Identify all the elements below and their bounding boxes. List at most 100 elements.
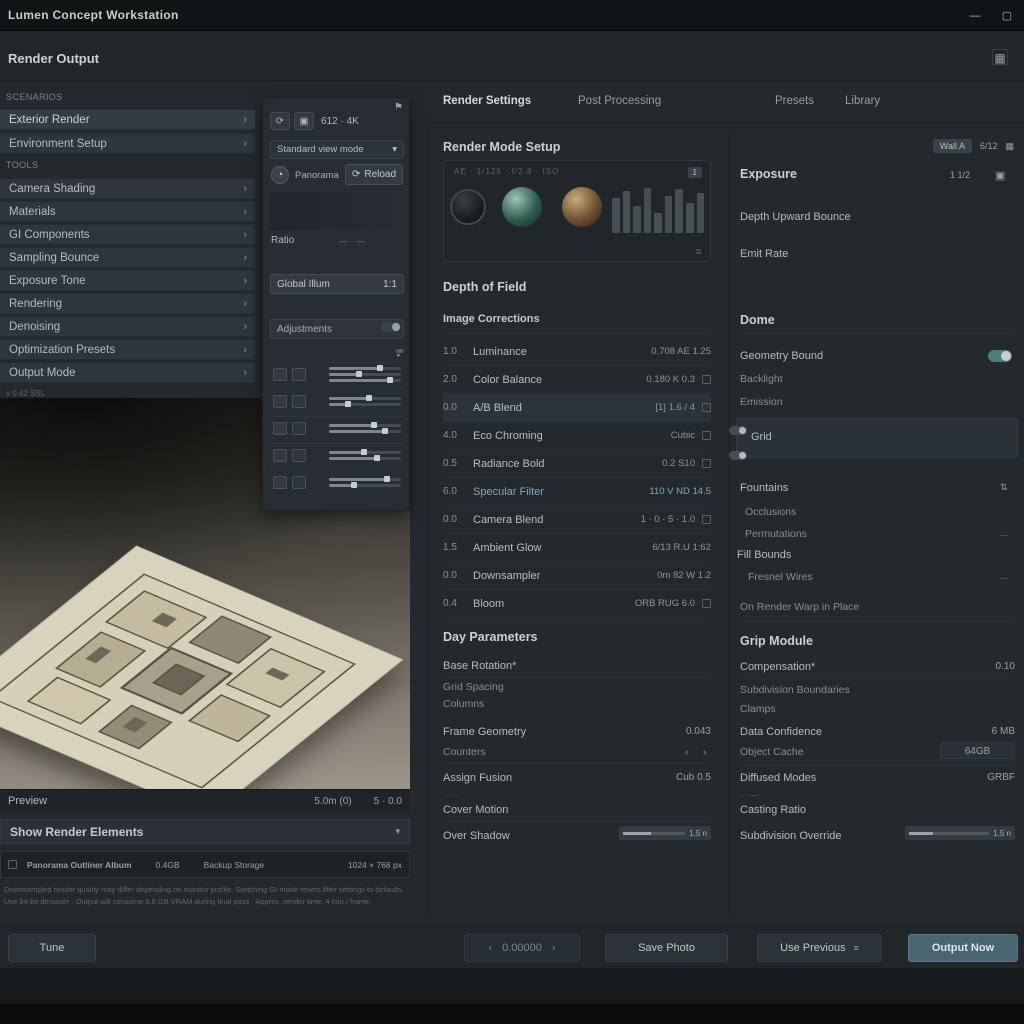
menu-icon[interactable]: ≣ <box>695 247 702 256</box>
tab-presets[interactable]: Presets <box>775 95 814 107</box>
show-render-elements-button[interactable]: Show Render Elements ▾ <box>0 819 410 844</box>
grid-icon[interactable]: ▦ <box>992 49 1008 65</box>
mini-slider[interactable] <box>329 424 401 427</box>
depth-upward-bounce-row[interactable]: Depth Upward Bounce <box>740 211 851 223</box>
lock-icon[interactable]: ▪ <box>397 350 400 360</box>
over-shadow-slider[interactable]: 1.5 n <box>619 826 711 840</box>
sphere-neutral[interactable] <box>450 189 486 225</box>
backlight-label[interactable]: Backlight <box>740 373 783 385</box>
fill-bounds-row[interactable]: Fill Bounds <box>737 549 791 561</box>
global-illum-button[interactable]: Global Illum 1:1 <box>270 274 404 294</box>
emit-rate-row[interactable]: Emit Rate <box>740 248 788 260</box>
sidebar-item-rendering[interactable]: Rendering› <box>0 293 256 314</box>
adjustment-row[interactable] <box>270 470 404 494</box>
mini-slider[interactable] <box>329 484 401 487</box>
mini-slider[interactable] <box>329 478 401 481</box>
correction-row-color-balance[interactable]: 2.0 Color Balance 0.180 K 0.3 <box>443 366 711 394</box>
correction-row-ab-blend[interactable]: 0.0 A/B Blend [1] 1.6 / 4 <box>443 394 711 422</box>
fresnel-wires-row[interactable]: Fresnel Wires <box>748 571 813 583</box>
sphere-forest[interactable] <box>502 187 542 227</box>
preview-toggle[interactable] <box>381 322 401 332</box>
row-checkbox[interactable] <box>702 403 711 412</box>
adjustment-row[interactable] <box>270 389 404 413</box>
correction-row-specular-filter[interactable]: 6.0 Specular Filter 110 V ND 14.5 <box>443 478 711 506</box>
tab-library[interactable]: Library <box>845 95 880 107</box>
row-checkbox[interactable] <box>702 599 711 608</box>
element-checkbox[interactable] <box>8 860 17 869</box>
sidebar-item-environment-setup[interactable]: Environment Setup› <box>0 133 256 154</box>
correction-row-bloom[interactable]: 0.4 Bloom ORB RUG 6.0 <box>443 590 711 618</box>
output-now-button[interactable]: Output Now <box>908 934 1018 962</box>
sidebar-item-exposure-tone[interactable]: Exposure Tone› <box>0 270 256 291</box>
counters-prev-icon[interactable]: ‹ <box>685 746 689 758</box>
counters-next-icon[interactable]: › <box>703 746 707 758</box>
sidebar-item-sampling-bounce[interactable]: Sampling Bounce› <box>0 247 256 268</box>
stepper-prev-icon[interactable]: ‹ <box>488 942 492 954</box>
material-icon <box>273 368 287 381</box>
save-photo-button[interactable]: Save Photo <box>605 934 728 962</box>
view-mode-dropdown[interactable]: Standard view mode ▾ <box>270 140 404 159</box>
emission-label[interactable]: Emission <box>740 396 783 408</box>
geometry-bound-toggle[interactable] <box>988 350 1012 362</box>
sidebar-item-optimization-presets[interactable]: Optimization Presets› <box>0 339 256 360</box>
sphere-bronze[interactable] <box>562 187 602 227</box>
row-checkbox[interactable] <box>702 431 711 440</box>
row-checkbox[interactable] <box>702 515 711 524</box>
pin-icon[interactable]: ⚑ <box>394 102 403 113</box>
warp-row[interactable]: On Render Warp in Place <box>740 601 859 613</box>
mini-slider[interactable] <box>329 451 401 454</box>
material-icon <box>273 476 287 489</box>
sidebar-item-denoising[interactable]: Denoising› <box>0 316 256 337</box>
correction-row-radiance-bold[interactable]: 0.5 Radiance Bold 0.2 S10 <box>443 450 711 478</box>
fountains-label[interactable]: Fountains <box>740 482 788 494</box>
correction-row-downsampler[interactable]: 0.0 Downsampler 0m 82 W 1.2 <box>443 562 711 590</box>
sidebar-item-materials[interactable]: Materials› <box>0 201 256 222</box>
correction-row-ambient-glow[interactable]: 1.5 Ambient Glow 6/13 R.U 1:62 <box>443 534 711 562</box>
mini-slider[interactable] <box>329 397 401 400</box>
object-cache-field[interactable]: 64GB <box>940 742 1015 759</box>
mini-slider[interactable] <box>329 373 401 376</box>
render-elements-row[interactable]: Panorama Outliner Album 0.4GB Backup Sto… <box>0 851 410 878</box>
mini-slider[interactable] <box>329 403 401 406</box>
grid-toggle-a[interactable] <box>729 426 747 435</box>
copy-icon[interactable]: ▣ <box>995 169 1005 182</box>
maximize-icon[interactable]: ▢ <box>998 9 1016 23</box>
grid-toggle-b[interactable] <box>729 451 747 460</box>
mini-slider[interactable] <box>329 457 401 460</box>
sidebar-item-camera-shading[interactable]: Camera Shading› <box>0 178 256 199</box>
mini-slider[interactable] <box>329 379 401 382</box>
refresh-chip-icon[interactable]: ⟳ <box>270 112 290 130</box>
list-settings-icon[interactable]: ≔ <box>270 346 404 360</box>
tab-post-processing[interactable]: Post Processing <box>578 95 661 107</box>
adjustment-row[interactable] <box>270 416 404 440</box>
minimize-icon[interactable]: — <box>966 9 984 23</box>
dialog-header: Render Output ▦ <box>0 31 1024 81</box>
correction-row-camera-blend[interactable]: 0.0 Camera Blend 1 · 0 · 5 · 1.0 <box>443 506 711 534</box>
occlusions-row[interactable]: Occlusions <box>745 506 796 518</box>
sidebar-item-output-mode[interactable]: Output Mode› <box>0 362 256 383</box>
row-checkbox[interactable] <box>702 459 711 468</box>
sidebar-item-exterior-render[interactable]: Exterior Render› <box>0 109 256 130</box>
wall-pill[interactable]: Wall A <box>933 139 972 153</box>
permutations-row[interactable]: Permutations <box>745 528 807 540</box>
panorama-icon[interactable]: ◔ <box>271 166 289 184</box>
grid-small-icon[interactable]: ▦ <box>1005 141 1014 152</box>
layers-chip-icon[interactable]: ▣ <box>294 112 314 130</box>
mini-slider[interactable] <box>329 367 401 370</box>
reload-button[interactable]: ⟳ Reload <box>345 164 403 185</box>
adjustment-row[interactable] <box>270 443 404 467</box>
sidebar-item-gi-components[interactable]: GI Components› <box>0 224 256 245</box>
stepper-next-icon[interactable]: › <box>552 942 556 954</box>
tune-button[interactable]: Tune <box>8 934 96 962</box>
row-checkbox[interactable] <box>702 375 711 384</box>
subdiv-override-slider[interactable]: 1.5 n <box>905 826 1015 840</box>
adjustment-row[interactable] <box>270 362 404 386</box>
use-previous-button[interactable]: Use Previous ≡ <box>757 934 882 962</box>
tab-render-settings[interactable]: Render Settings <box>443 95 531 107</box>
value-stepper[interactable]: ‹ 0.00000 › <box>464 934 580 962</box>
correction-row-luminance[interactable]: 1.0 Luminance 0.708 AE 1.25 <box>443 338 711 366</box>
expand-icon[interactable]: ⇅ <box>1000 482 1008 493</box>
mini-slider[interactable] <box>329 430 401 433</box>
section-grip-module: Grip Module <box>740 634 813 648</box>
correction-row-eco-chroming[interactable]: 4.0 Eco Chroming Cubic <box>443 422 711 450</box>
